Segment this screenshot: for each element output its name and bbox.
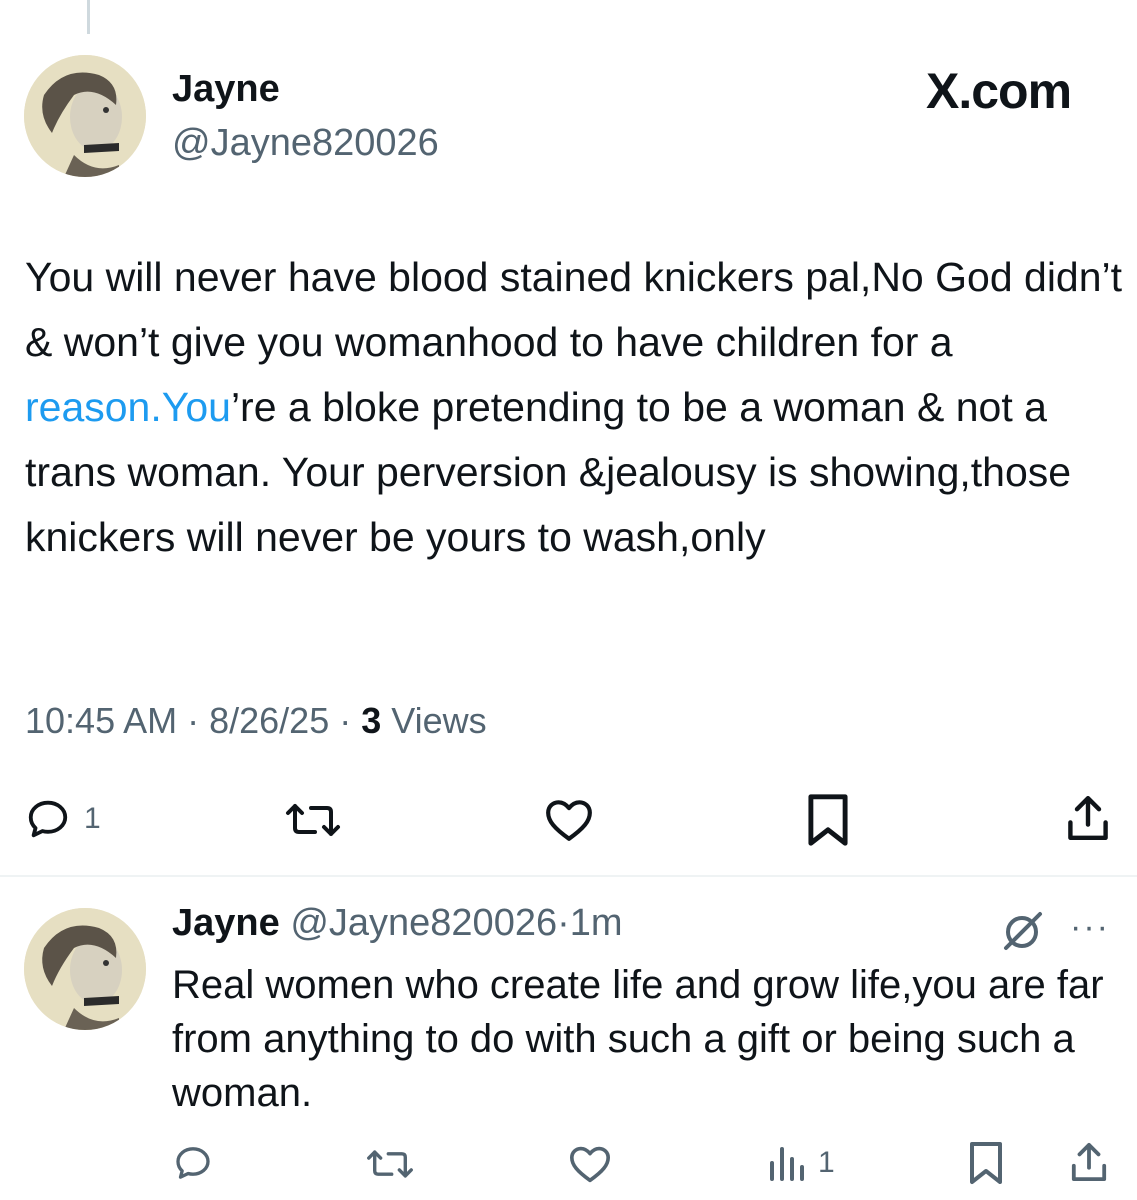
avatar-portrait-image [24, 55, 146, 177]
tweet-divider [0, 875, 1137, 877]
tweet-meta: 10:45 AM · 8/26/25 · 3 Views [25, 700, 487, 741]
reply-author-name[interactable]: Jayne [172, 902, 280, 944]
views-count: 3 [361, 700, 382, 741]
reply-share-button[interactable] [1070, 1140, 1108, 1184]
reply-views-button[interactable]: 1 [766, 1145, 835, 1181]
heart-icon [546, 800, 592, 841]
reply-views-count: 1 [818, 1146, 835, 1179]
reply-header: Jayne @Jayne820026·1m [172, 902, 623, 945]
author-name[interactable]: Jayne [172, 68, 280, 111]
share-button[interactable] [1066, 793, 1110, 843]
reply-reply-button[interactable] [172, 1143, 214, 1183]
views-chart-icon [770, 1147, 804, 1181]
like-button[interactable] [544, 797, 594, 843]
reply-bookmark-button[interactable] [968, 1140, 1004, 1186]
reply-button[interactable]: 1 [24, 796, 101, 842]
tweet-time[interactable]: 10:45 AM [25, 700, 177, 741]
repost-icon [286, 804, 340, 836]
brand-logo: X.com [926, 63, 1072, 119]
tweet-link[interactable]: reason.You [25, 384, 231, 430]
grok-icon [1004, 912, 1042, 950]
reply-author-handle[interactable]: @Jayne820026 [290, 902, 557, 944]
author-handle[interactable]: @Jayne820026 [172, 122, 439, 165]
views-label: Views [391, 700, 487, 741]
reply-count: 1 [84, 802, 101, 835]
separator: · [557, 902, 570, 944]
tweet-date[interactable]: 8/26/25 [209, 700, 329, 741]
thread-connector-line [87, 0, 90, 34]
repost-button[interactable] [285, 800, 341, 840]
avatar-portrait-image [24, 908, 146, 1030]
reply-icon [176, 1147, 210, 1179]
reply-text: Real women who create life and grow life… [172, 963, 1104, 1115]
grok-button[interactable] [1000, 908, 1044, 952]
heart-icon [569, 1146, 610, 1183]
reply-time[interactable]: 1m [570, 902, 623, 944]
reply-icon [28, 800, 68, 838]
reply-like-button[interactable] [568, 1144, 612, 1184]
more-options-button[interactable]: ··· [1070, 908, 1110, 947]
bookmark-button[interactable] [806, 793, 850, 847]
reply-avatar[interactable] [24, 908, 146, 1030]
reply-repost-button[interactable] [366, 1147, 414, 1181]
tweet-text: You will never have blood stained knicke… [25, 245, 1125, 570]
share-icon [1071, 1142, 1107, 1181]
repost-icon [367, 1150, 413, 1178]
bookmark-icon [808, 794, 848, 846]
tweet-text-part: You will never have blood stained knicke… [25, 254, 1123, 365]
bookmark-icon [970, 1142, 1002, 1184]
share-icon [1068, 795, 1108, 840]
avatar[interactable] [24, 55, 146, 177]
